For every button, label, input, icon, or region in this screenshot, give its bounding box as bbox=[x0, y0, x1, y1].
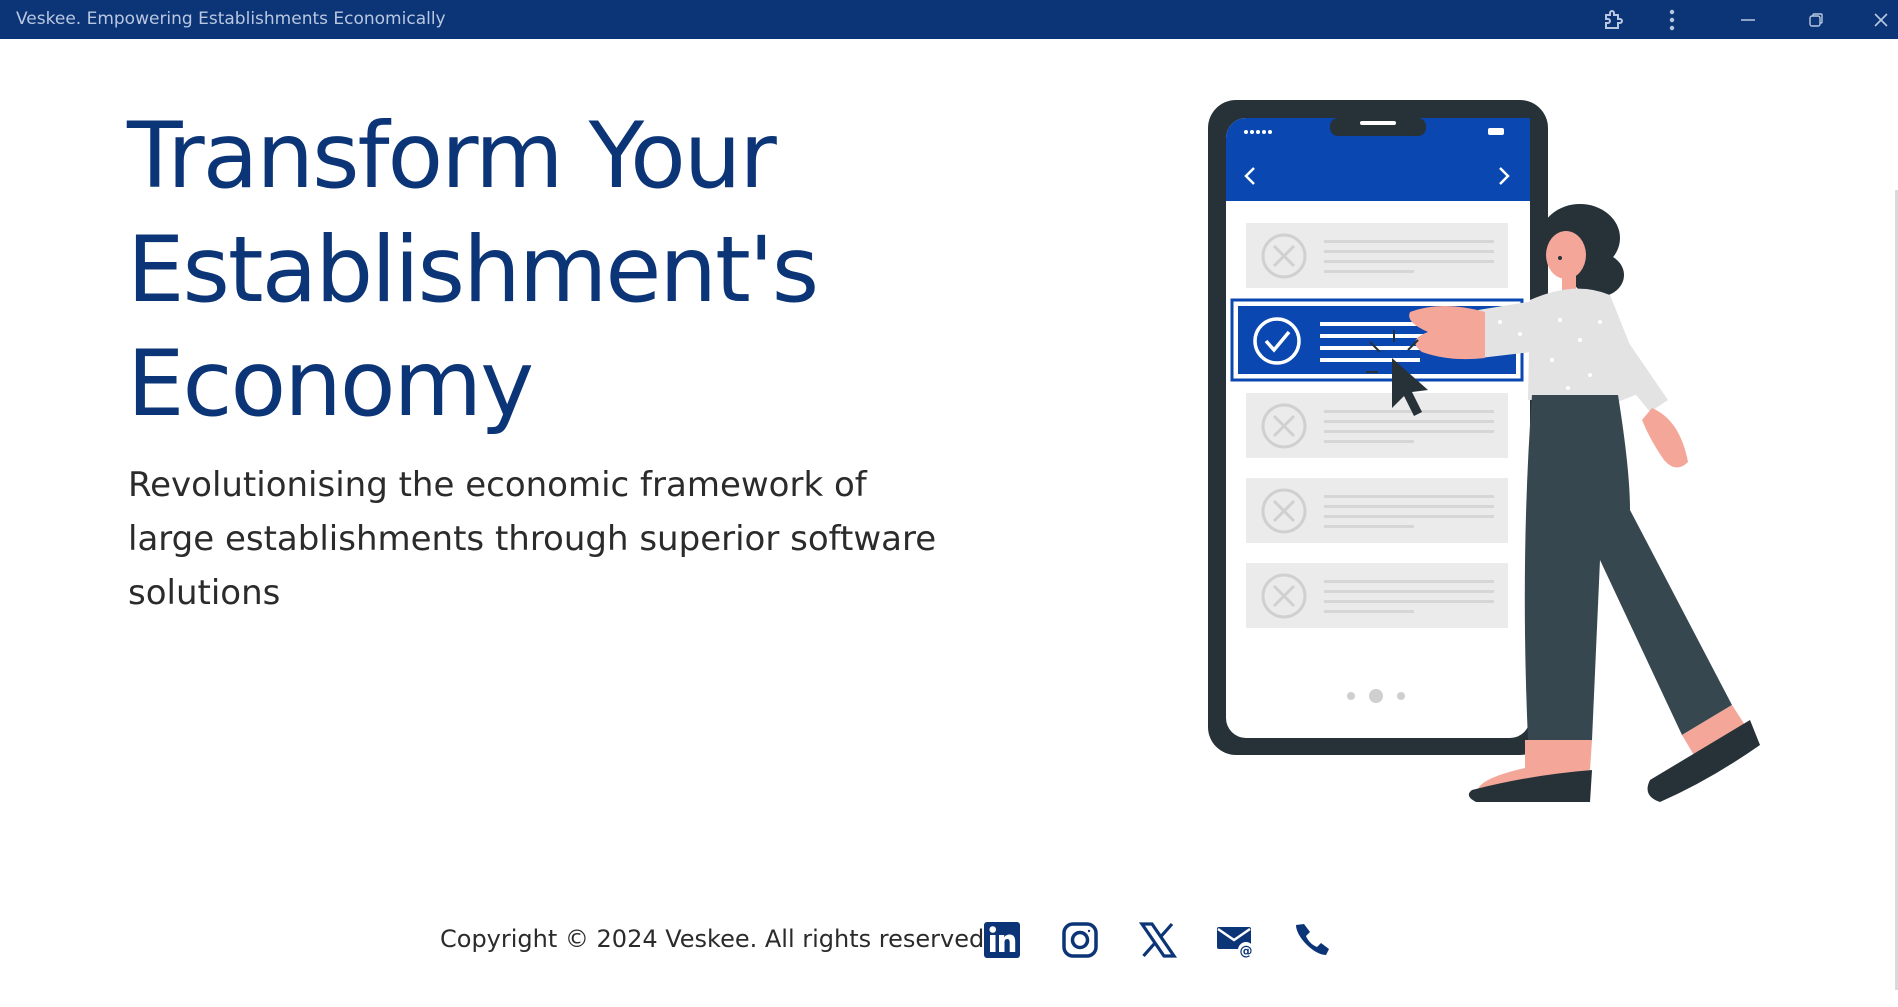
svg-text:@: @ bbox=[1240, 944, 1253, 959]
window-title-bar: Veskee. Empowering Establishments Econom… bbox=[0, 0, 1898, 39]
email-icon[interactable]: @ bbox=[1214, 918, 1258, 962]
hero-subtitle-line: Revolutionising the economic framework o… bbox=[128, 465, 867, 505]
hero-illustration bbox=[1180, 90, 1780, 824]
close-icon[interactable] bbox=[1864, 0, 1898, 39]
hero-subtitle-line: large establishments through superior so… bbox=[128, 519, 937, 559]
copyright-text: Copyright © 2024 Veskee. All rights rese… bbox=[440, 925, 985, 953]
hero-title: Transform Your Establishment's Economy bbox=[127, 100, 819, 442]
minimize-icon[interactable] bbox=[1728, 0, 1768, 39]
linkedin-icon[interactable] bbox=[980, 918, 1024, 962]
extensions-icon[interactable] bbox=[1594, 0, 1634, 39]
more-menu-icon[interactable] bbox=[1652, 0, 1692, 39]
phone-icon[interactable] bbox=[1292, 918, 1336, 962]
x-icon[interactable] bbox=[1136, 918, 1180, 962]
hero-title-line: Transform Your bbox=[127, 104, 777, 209]
restore-icon[interactable] bbox=[1796, 0, 1836, 39]
hero-title-line: Establishment's bbox=[127, 218, 819, 323]
phone-illustration bbox=[1208, 100, 1548, 755]
hero-title-line: Economy bbox=[127, 332, 534, 437]
hero-subtitle: Revolutionising the economic framework o… bbox=[128, 458, 948, 620]
window-title: Veskee. Empowering Establishments Econom… bbox=[16, 9, 446, 29]
hero-subtitle-line: solutions bbox=[128, 573, 281, 613]
instagram-icon[interactable] bbox=[1058, 918, 1102, 962]
